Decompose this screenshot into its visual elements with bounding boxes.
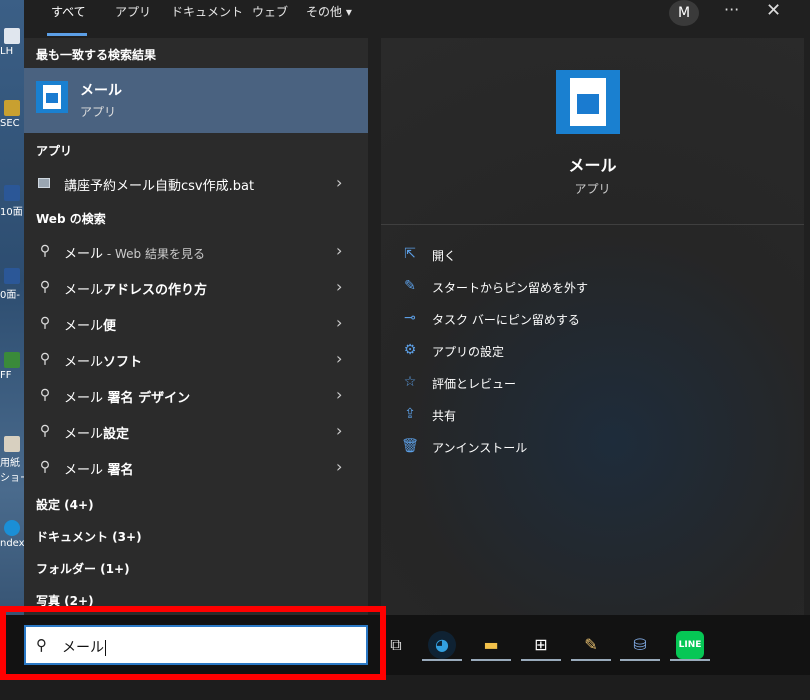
chevron-right-icon[interactable]: › xyxy=(336,349,342,368)
best-match-heading: 最も一致する検索結果 xyxy=(36,48,157,62)
desktop-strip: LH SEC 10面 0面- FF 用紙ショー ndex xyxy=(0,0,24,700)
desktop-icon[interactable]: 用紙ショー xyxy=(0,436,24,484)
best-match-subtitle: アプリ xyxy=(80,105,117,119)
chevron-right-icon[interactable]: › xyxy=(336,241,342,260)
web-search-heading: Web の検索 xyxy=(36,212,106,226)
filter-tabs: すべて アプリ ドキュメント ウェブ その他 ▾ M ··· ✕ xyxy=(24,0,810,38)
tab-all[interactable]: すべて xyxy=(49,3,88,20)
open-icon: ⇱ xyxy=(404,246,416,262)
search-value: メール xyxy=(62,640,104,656)
search-icon: ⚲ xyxy=(39,423,51,439)
desktop-icon[interactable]: FF xyxy=(0,352,24,381)
app-icon[interactable]: ✎ xyxy=(577,631,605,659)
search-icon: ⚲ xyxy=(39,279,51,295)
chevron-right-icon[interactable]: › xyxy=(336,457,342,476)
chevron-right-icon[interactable]: › xyxy=(336,313,342,332)
mail-app-large-icon xyxy=(570,78,606,126)
trash-icon: 🗑 xyxy=(401,438,419,454)
results-list: 最も一致する検索結果 メール アプリ アプリ 講座予約メール自動csv作成.ba… xyxy=(24,38,368,615)
account-avatar[interactable]: M xyxy=(669,0,699,26)
edge-icon[interactable]: ◕ xyxy=(428,631,456,659)
web-result[interactable]: ⚲ メール 署名 デザイン › xyxy=(24,378,368,414)
search-icon: ⚲ xyxy=(39,243,51,259)
search-icon: ⚲ xyxy=(39,351,51,367)
line-icon[interactable]: LINE xyxy=(676,631,704,659)
web-result[interactable]: ⚲ メールソフト › xyxy=(24,342,368,378)
detail-pane: メール アプリ ⇱ 開く ✎ スタートからピン留めを外す ⊸ タスク バーにピン… xyxy=(381,38,804,615)
web-result[interactable]: ⚲ メール設定 › xyxy=(24,414,368,450)
search-input[interactable]: ⚲ メール xyxy=(24,625,368,665)
web-result[interactable]: ⚲ メールアドレスの作り方 › xyxy=(24,270,368,306)
desktop-icon[interactable]: 10面 xyxy=(0,185,24,218)
desktop-icon[interactable]: SEC xyxy=(0,100,24,129)
divider xyxy=(381,224,804,225)
text-caret xyxy=(105,640,106,656)
start-search-panel: すべて アプリ ドキュメント ウェブ その他 ▾ M ··· ✕ 最も一致する検… xyxy=(24,0,810,615)
web-result[interactable]: ⚲ メール便 › xyxy=(24,306,368,342)
desktop-icon[interactable]: LH xyxy=(0,28,24,57)
network-app-icon[interactable]: ⛁ xyxy=(626,631,654,659)
file-explorer-icon[interactable]: ▬ xyxy=(477,631,505,659)
close-icon[interactable]: ✕ xyxy=(766,0,781,21)
share-icon: ⇪ xyxy=(404,406,416,422)
star-icon: ☆ xyxy=(403,374,417,390)
apps-heading: アプリ xyxy=(36,144,73,158)
search-icon: ⚲ xyxy=(36,636,47,654)
detail-title: メール xyxy=(568,156,617,175)
more-options-icon[interactable]: ··· xyxy=(724,0,739,19)
pin-icon: ⊸ xyxy=(404,310,416,326)
category-settings[interactable]: 設定 (4+) xyxy=(36,496,94,513)
tab-apps[interactable]: アプリ xyxy=(113,3,153,20)
category-folders[interactable]: フォルダー (1+) xyxy=(36,560,130,577)
chevron-right-icon[interactable]: › xyxy=(336,421,342,440)
tab-more[interactable]: その他 ▾ xyxy=(304,3,354,20)
tab-documents[interactable]: ドキュメント xyxy=(169,3,245,20)
detail-subtitle: アプリ xyxy=(574,182,611,196)
tab-web[interactable]: ウェブ xyxy=(250,3,290,20)
search-icon: ⚲ xyxy=(39,387,51,403)
gear-icon: ⚙ xyxy=(403,342,417,358)
active-tab-indicator xyxy=(47,33,87,36)
mail-app-icon xyxy=(36,81,68,113)
chevron-right-icon[interactable]: › xyxy=(336,277,342,296)
search-icon: ⚲ xyxy=(39,315,51,331)
desktop-icon[interactable]: ndex xyxy=(0,520,24,549)
app-result-bat[interactable]: 講座予約メール自動csv作成.bat › xyxy=(24,166,368,202)
web-result[interactable]: ⚲ メール - Web 結果を見る › xyxy=(24,234,368,270)
unpin-icon: ✎ xyxy=(404,278,416,294)
chevron-right-icon[interactable]: › xyxy=(336,173,342,192)
best-match-title: メール xyxy=(80,83,122,99)
bat-file-icon xyxy=(38,178,50,188)
search-icon: ⚲ xyxy=(39,459,51,475)
best-match-mail-app[interactable]: メール アプリ xyxy=(24,68,368,133)
web-result[interactable]: ⚲ メール 署名 › xyxy=(24,450,368,486)
category-documents[interactable]: ドキュメント (3+) xyxy=(36,528,142,545)
store-icon[interactable]: ⊞ xyxy=(527,631,555,659)
desktop-icon[interactable]: 0面- xyxy=(0,268,24,301)
task-view-icon[interactable]: ⧉ xyxy=(382,631,410,659)
chevron-right-icon[interactable]: › xyxy=(336,385,342,404)
